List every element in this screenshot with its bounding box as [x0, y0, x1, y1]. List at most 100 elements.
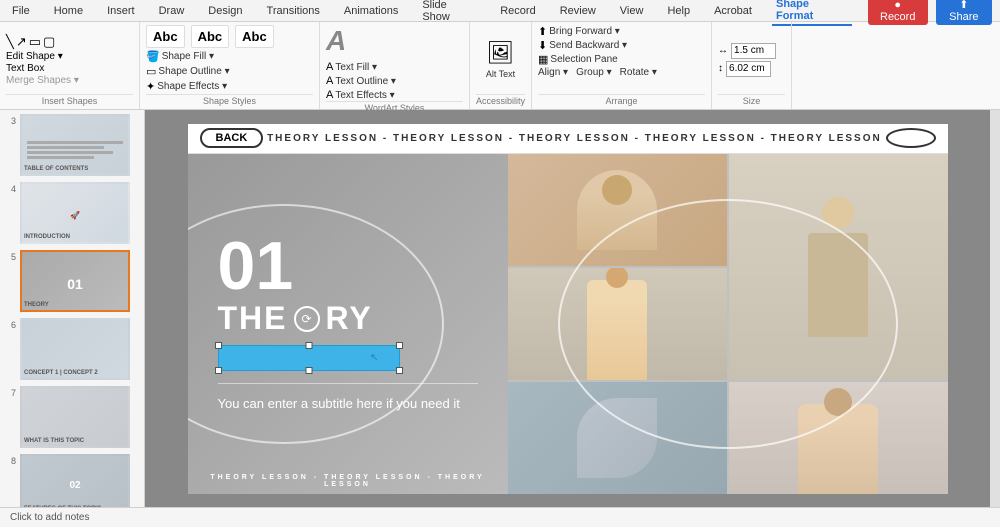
menu-home[interactable]: Home — [50, 3, 87, 19]
menu-slideshow[interactable]: Slide Show — [418, 0, 480, 25]
text-effects-btn[interactable]: Text Effects ▾ — [335, 90, 394, 101]
photo-cell-2 — [729, 154, 948, 380]
toc-line-3 — [27, 151, 113, 154]
abc-btn-1[interactable]: Abc — [146, 25, 185, 48]
ribbon: ╲ ↗ ▭ ▢ Edit Shape ▾ Text Box Merge Shap… — [0, 22, 1000, 110]
share-button[interactable]: ⬆ Share — [936, 0, 992, 25]
photo-cell-3 — [508, 268, 727, 380]
slide-header: BACK THEORY LESSON - THEORY LESSON - THE… — [188, 124, 948, 154]
menu-design[interactable]: Design — [204, 3, 246, 19]
edit-shape-btn[interactable]: Edit Shape ▾ — [6, 51, 63, 62]
shape-row-3: Text Box — [6, 63, 79, 74]
theory-title-rest: RY — [326, 300, 373, 337]
menu-transitions[interactable]: Transitions — [263, 3, 324, 19]
big-number: 01 — [218, 232, 294, 300]
shape-outline-btn[interactable]: Shape Outline ▾ — [158, 66, 229, 77]
back-button[interactable]: BACK — [200, 128, 264, 148]
toc-line-1 — [27, 141, 122, 144]
effects-icon: ✦ — [146, 80, 155, 93]
slide-image-6: CONCEPT 1 | CONCEPT 2 — [20, 318, 130, 380]
slide-thumb-4[interactable]: 4 INTRODUCTION 🚀 — [4, 182, 140, 244]
shape-styles-items: Abc Abc Abc 🪣 Shape Fill ▾ ▭ Shape Outli… — [146, 25, 313, 94]
slide-canvas[interactable]: BACK THEORY LESSON - THEORY LESSON - THE… — [188, 124, 948, 494]
text-fill-btn[interactable]: Text Fill ▾ — [335, 62, 377, 73]
roundrect-icon[interactable]: ▢ — [43, 34, 55, 50]
slide-label-5: THEORY — [24, 302, 49, 308]
arrange-label: Arrange — [538, 94, 705, 106]
text-effects-icon: A — [326, 89, 333, 101]
menu-animations[interactable]: Animations — [340, 3, 402, 19]
shape-effects-btn[interactable]: Shape Effects ▾ — [157, 81, 227, 92]
accessibility-label: Accessibility — [476, 94, 525, 106]
send-backward-icon: ⬇ — [538, 39, 547, 52]
menu-file[interactable]: File — [8, 3, 34, 19]
vertical-scrollbar[interactable] — [990, 110, 1000, 507]
selection-pane-row: ▦ Selection Pane — [538, 53, 618, 66]
slide-image-3: TABLE OF CONTENTS — [20, 114, 130, 176]
bring-forward-row: ⬆ Bring Forward ▾ — [538, 25, 620, 38]
wordart-items: A A Text Fill ▾ A Text Outline ▾ A Text … — [326, 25, 463, 101]
alt-text-btn[interactable]: Alt Text — [486, 69, 515, 79]
width-input[interactable]: 1.5 cm — [731, 43, 776, 59]
slide-placeholder-5: THEORY 01 — [22, 252, 128, 310]
group-btn[interactable]: Group ▾ — [576, 67, 612, 78]
rect-icon[interactable]: ▭ — [29, 34, 41, 50]
width-input-row: ↔ 1.5 cm — [718, 43, 776, 59]
shape-fill-btn[interactable]: Shape Fill ▾ — [162, 51, 214, 62]
text-style-preview: A — [326, 25, 346, 57]
slide-panel: 3 TABLE OF CONTENTS 4 INTRODUCTION — [0, 110, 145, 507]
menu-insert[interactable]: Insert — [103, 3, 139, 19]
selection-pane-btn[interactable]: Selection Pane — [550, 54, 617, 65]
abc-btn-3[interactable]: Abc — [235, 25, 274, 48]
align-btn[interactable]: Align ▾ — [538, 67, 568, 78]
text-box-btn[interactable]: Text Box — [6, 63, 44, 74]
menu-help[interactable]: Help — [663, 3, 694, 19]
size-group: ↔ 1.5 cm ↕ 6.02 cm Size — [712, 22, 792, 109]
arrow-icon[interactable]: ↗ — [16, 34, 27, 50]
slide-thumb-7[interactable]: 7 WHAT IS THIS TOPIC — [4, 386, 140, 448]
person-silhouette-3 — [587, 280, 647, 380]
bring-forward-btn[interactable]: Bring Forward ▾ — [549, 26, 620, 37]
person-silhouette-1 — [577, 170, 657, 250]
abstract-shape — [577, 398, 657, 478]
menu-review[interactable]: Review — [556, 3, 600, 19]
menu-actions: ● Record ⬆ Share — [868, 0, 992, 25]
menu-draw[interactable]: Draw — [155, 3, 189, 19]
height-input[interactable]: 6.02 cm — [726, 61, 771, 77]
handle-bm — [305, 367, 312, 374]
slide-main-content: 01 THE ⟳ RY — [188, 154, 948, 494]
slide-thumb-8[interactable]: 8 FEATURES OF THIS TOPIC 02 — [4, 454, 140, 507]
menu-record[interactable]: Record — [496, 3, 539, 19]
send-backward-btn[interactable]: Send Backward ▾ — [549, 40, 627, 51]
alt-text-icon: 🖼 — [487, 40, 515, 66]
abc-btn-2[interactable]: Abc — [191, 25, 230, 48]
slide-thumb-3[interactable]: 3 TABLE OF CONTENTS — [4, 114, 140, 176]
slide-thumb-5[interactable]: 5 THEORY 01 — [4, 250, 140, 312]
slide-number-4: 4 — [4, 184, 16, 194]
width-label: ↔ — [718, 45, 728, 56]
menu-view[interactable]: View — [616, 3, 648, 19]
menu-bar: File Home Insert Draw Design Transitions… — [0, 0, 1000, 22]
photo-cell-1 — [508, 154, 727, 266]
text-outline-btn[interactable]: Text Outline ▾ — [335, 76, 396, 87]
rotate-btn[interactable]: Rotate ▾ — [620, 67, 657, 78]
align-group-row: Align ▾ Group ▾ Rotate ▾ — [538, 67, 657, 78]
slide-number-8: 8 — [4, 456, 16, 466]
arrange-group: ⬆ Bring Forward ▾ ⬇ Send Backward ▾ ▦ Se… — [532, 22, 712, 109]
slide-thumb-6[interactable]: 6 CONCEPT 1 | CONCEPT 2 — [4, 318, 140, 380]
slide-number-3: 3 — [4, 116, 16, 126]
status-text: Click to add notes — [10, 512, 90, 523]
head-4 — [824, 388, 852, 416]
record-button[interactable]: ● Record — [868, 0, 928, 25]
blue-bar[interactable]: ↖ — [218, 345, 400, 371]
slide-label-3: TABLE OF CONTENTS — [24, 166, 88, 172]
canvas-area: BACK THEORY LESSON - THEORY LESSON - THE… — [145, 110, 990, 507]
slide-image-8: FEATURES OF THIS TOPIC 02 — [20, 454, 130, 507]
slide-left-panel: 01 THE ⟳ RY — [188, 154, 508, 494]
slide-number-7: 7 — [4, 388, 16, 398]
merge-shapes-btn[interactable]: Merge Shapes ▾ — [6, 75, 79, 86]
menu-acrobat[interactable]: Acrobat — [710, 3, 756, 19]
shape-effects-row: ✦ Shape Effects ▾ — [146, 80, 227, 93]
line-icon[interactable]: ╲ — [6, 34, 14, 50]
head-1 — [602, 175, 632, 205]
